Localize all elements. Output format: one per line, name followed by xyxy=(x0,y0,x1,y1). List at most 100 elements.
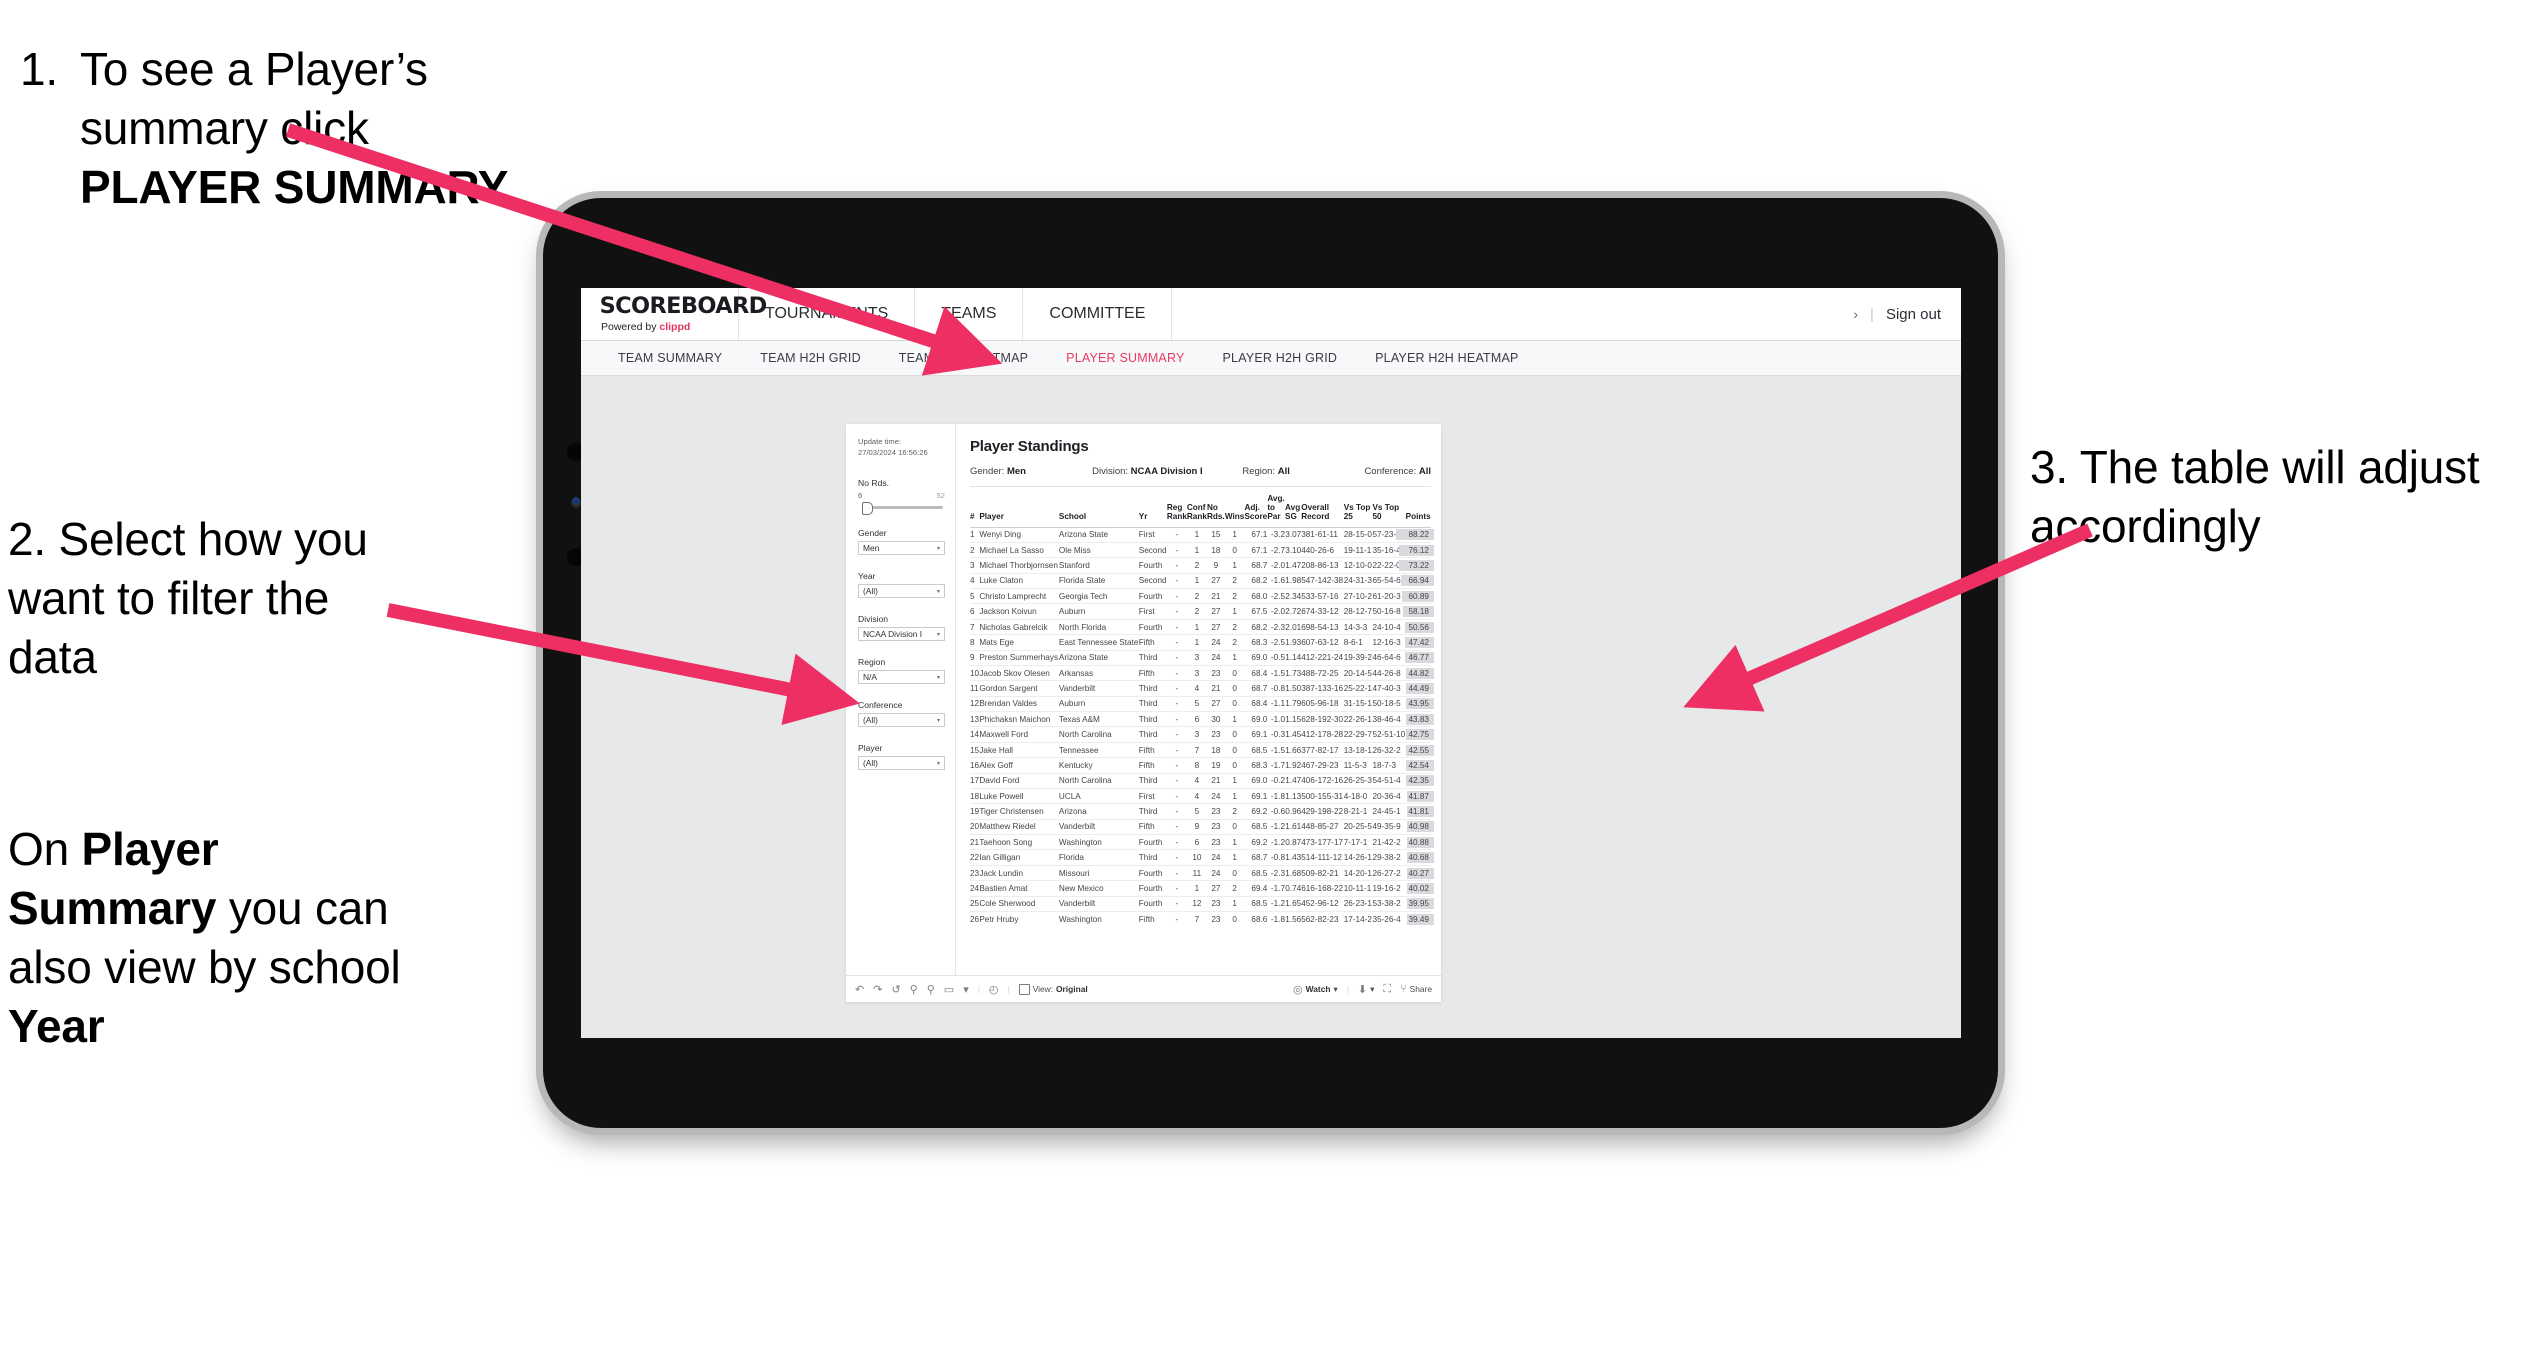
no-rounds-slider[interactable] xyxy=(858,502,945,515)
col-vs-top-50[interactable]: Vs Top 50 xyxy=(1372,494,1405,527)
table-row[interactable]: 12 Brendan Valdes Auburn Third -5 27 0 68.4 -1.1… xyxy=(970,695,1434,712)
col-player[interactable]: Player xyxy=(979,494,1059,527)
table-row[interactable]: 14 Maxwell Ford North Carolina Third -3 23 0 69… xyxy=(970,726,1434,743)
cell-points: 50.56 xyxy=(1404,618,1434,635)
cell-par: -0.8 xyxy=(1267,849,1286,866)
table-row[interactable]: 17 David Ford North Carolina Third -4 21 1 69.0… xyxy=(970,772,1434,789)
cell-rank: 19 xyxy=(970,803,980,820)
col-rank[interactable]: # xyxy=(970,494,979,527)
table-row[interactable]: 13 Phichaksn Maichon Texas A&M Third -6 30 1 69… xyxy=(970,711,1434,727)
nav-item-committee[interactable]: COMMITTEE xyxy=(1023,288,1173,340)
tab-player-summary[interactable]: PLAYER SUMMARY xyxy=(1047,351,1203,365)
cell-points: 39.95 xyxy=(1405,895,1434,912)
col-no-rds[interactable]: No Rds. xyxy=(1207,494,1225,527)
fullscreen-icon[interactable]: ⛶ xyxy=(1383,983,1391,996)
share-button[interactable]: ⑂ Share xyxy=(1400,983,1432,995)
table-row[interactable]: 15 Jake Hall Tennessee Fifth -7 18 0 68.5 -1.5 1.… xyxy=(970,741,1434,758)
cell-rank: 23 xyxy=(970,864,980,881)
cell-points: 40.98 xyxy=(1405,818,1434,835)
filter-year-select[interactable]: (All) ▾ xyxy=(858,584,945,598)
refresh-icon[interactable]: ⚲ xyxy=(910,983,918,996)
table-row[interactable]: 26 Petr Hruby Washington Fifth -7 23 0 68.6 -1.8… xyxy=(970,910,1434,927)
col-avg-to-par[interactable]: Avg. to Par xyxy=(1267,494,1285,527)
sign-out-button[interactable]: Sign out xyxy=(1886,306,1941,323)
cell-no: 27 xyxy=(1206,618,1225,635)
cell-yr: First xyxy=(1138,526,1167,543)
table-row[interactable]: 24 Bastien Amat New Mexico Fourth -1 27 2 69.4-… xyxy=(970,880,1434,897)
cell-reg: - xyxy=(1166,910,1187,927)
col-reg-rank[interactable]: Reg Rank xyxy=(1167,494,1187,527)
tab-player-h2h-heatmap[interactable]: PLAYER H2H HEATMAP xyxy=(1356,351,1537,365)
download-icon: ⬇ xyxy=(1357,983,1368,996)
cell-player: Petr Hruby xyxy=(979,910,1059,927)
table-row[interactable]: 18 Luke Powell UCLA First -4 24 1 69.1 -1.8 1.13 5… xyxy=(970,787,1434,804)
table-row[interactable]: 19 Tiger Christensen Arizona Third -5 23 2 69.2… xyxy=(970,803,1434,820)
col-overall-record[interactable]: Overall Record xyxy=(1301,494,1343,527)
chevron-down-icon[interactable]: ▾ xyxy=(963,983,969,996)
filter-region-select[interactable]: N/A ▾ xyxy=(858,670,945,684)
filter-gender: Gender Men ▾ xyxy=(858,528,945,555)
cell-wins: 1 xyxy=(1224,711,1245,727)
cell-points: 42.54 xyxy=(1405,757,1434,774)
table-row[interactable]: 21 Taehoon Song Washington Fourth -6 23 1 69.2-… xyxy=(970,834,1434,850)
table-row[interactable]: 10 Jacob Skov Olesen Arkansas Fifth -3 23 0 68.… xyxy=(970,664,1434,681)
table-row[interactable]: 22 Ian Gilligan Florida Third -10 24 1 68.7 -0.8… xyxy=(970,849,1434,866)
table-row[interactable]: 5 Christo Lamprecht Georgia Tech Fourth -2 21… xyxy=(970,588,1434,604)
clock-icon[interactable]: ◴ xyxy=(989,983,999,996)
col-adj-score[interactable]: Adj. Score xyxy=(1244,494,1267,527)
table-row[interactable]: 23 Jack Lundin Missouri Fourth -11 24 0 68.5 -2.… xyxy=(970,864,1434,881)
tab-team-h2h-grid[interactable]: TEAM H2H GRID xyxy=(741,351,880,365)
tab-team-h2h-heatmap[interactable]: TEAM H2H HEATMAP xyxy=(880,351,1047,365)
redo-icon[interactable]: ↷ xyxy=(873,983,882,996)
table-row[interactable]: 25 Cole Sherwood Vanderbilt Fourth -12 23 1 68.… xyxy=(970,895,1434,912)
slider-handle[interactable] xyxy=(862,502,873,515)
cell-no: 18 xyxy=(1206,541,1225,558)
col-avg-sg[interactable]: Avg SG xyxy=(1285,494,1301,527)
table-row[interactable]: 7 Nicholas Gabrelcik North Florida Fourth -1… xyxy=(970,618,1434,635)
meta-region-label: Region: xyxy=(1242,466,1276,477)
cell-yr: Fifth xyxy=(1138,818,1167,835)
cell-points: 44.82 xyxy=(1405,664,1434,681)
col-conf-rank[interactable]: Conf Rank xyxy=(1187,494,1207,527)
table-row[interactable]: 9 Preston Summerhays Arizona State Third -3 2… xyxy=(970,649,1434,666)
view-selector[interactable]: View: Original xyxy=(1018,983,1088,995)
shape-icon[interactable]: ▭ xyxy=(944,983,954,996)
col-school[interactable]: School xyxy=(1059,494,1139,527)
cell-t25: 27-10-2 xyxy=(1343,588,1373,604)
col-conf-l1: Conf xyxy=(1186,503,1206,513)
revert-icon[interactable]: ↺ xyxy=(891,983,900,996)
filter-conference-select[interactable]: (All) ▾ xyxy=(858,713,945,727)
table-row[interactable]: 16 Alex Goff Kentucky Fifth -8 19 0 68.3 -1.7 1.9… xyxy=(970,757,1434,774)
tab-team-summary[interactable]: TEAM SUMMARY xyxy=(599,351,741,365)
table-row[interactable]: 2 Michael La Sasso Ole Miss Second -1 18 0 67.1… xyxy=(970,541,1434,558)
table-row[interactable]: 6 Jackson Koivun Auburn First -2 27 1 67.5 -2.0 2… xyxy=(970,603,1434,620)
cell-no: 23 xyxy=(1206,726,1225,743)
table-row[interactable]: 20 Matthew Riedel Vanderbilt Fifth -9 23 0 68.5… xyxy=(970,818,1434,835)
table-row[interactable]: 3 Michael Thorbjornsen Stanford Fourth -2 9 1 6… xyxy=(970,557,1434,574)
cell-adj: 68.4 xyxy=(1244,664,1268,681)
cell-record: 509-82-21 xyxy=(1301,864,1344,881)
points-cell-wrapper: 41.81 xyxy=(1406,806,1434,817)
col-vs-top-25[interactable]: Vs Top 25 xyxy=(1344,494,1373,527)
filter-player-select[interactable]: (All) ▾ xyxy=(858,756,945,770)
table-row[interactable]: 4 Luke Claton Florida State Second -1 27 2 68.2… xyxy=(970,572,1434,589)
cell-record: 562-82-23 xyxy=(1301,910,1344,927)
filter-division-select[interactable]: NCAA Division I ▾ xyxy=(858,627,945,641)
undo-icon[interactable]: ↶ xyxy=(855,983,864,996)
cell-sg: 2.72 xyxy=(1285,603,1302,620)
col-points[interactable]: Points xyxy=(1406,494,1431,527)
filter-gender-select[interactable]: Men ▾ xyxy=(858,541,945,555)
table-row[interactable]: 11 Gordon Sargent Vanderbilt Third -4 21 0 68.7… xyxy=(970,680,1434,697)
tab-player-h2h-grid[interactable]: PLAYER H2H GRID xyxy=(1204,351,1357,365)
cell-rank: 15 xyxy=(970,741,980,758)
table-row[interactable]: 8 Mats Ege East Tennessee State Fifth -1 24 2 6… xyxy=(970,634,1434,651)
col-yr[interactable]: Yr xyxy=(1139,494,1167,527)
pause-icon[interactable]: ⚲ xyxy=(927,983,935,996)
nav-item-teams[interactable]: TEAMS xyxy=(915,288,1024,340)
col-wins[interactable]: Wins xyxy=(1225,494,1245,527)
watch-button[interactable]: ◎ Watch ▾ xyxy=(1293,983,1338,996)
table-row[interactable]: 1 Wenyi Ding Arizona State First -1 15 1 67.1 -3… xyxy=(970,526,1434,543)
points-value: 50.56 xyxy=(1408,622,1430,632)
download-button[interactable]: ⬇ ▾ xyxy=(1358,983,1374,996)
cell-adj: 68.5 xyxy=(1244,895,1268,912)
